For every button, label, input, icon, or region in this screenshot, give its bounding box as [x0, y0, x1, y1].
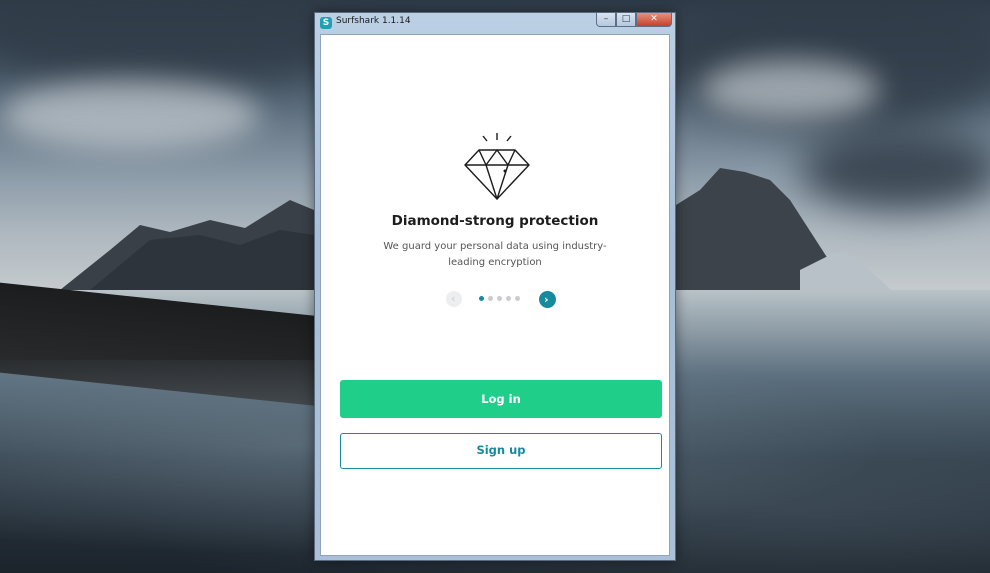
carousel-next-button[interactable]: › [539, 291, 556, 308]
maximize-button[interactable]: □ [616, 13, 636, 27]
surfshark-logo-icon: S [320, 17, 332, 29]
title-bar[interactable]: S Surfshark 1.1.14 – □ ✕ [315, 13, 675, 33]
onboarding-panel: Diamond-strong protection We guard your … [320, 34, 670, 556]
login-button[interactable]: Log in [340, 380, 662, 418]
carousel-prev-button[interactable]: ‹ [446, 291, 462, 307]
slide-headline: Diamond-strong protection [391, 213, 599, 229]
carousel-dot[interactable] [488, 296, 493, 301]
diamond-icon [464, 133, 530, 200]
carousel-dot[interactable] [479, 296, 484, 301]
chevron-left-icon: ‹ [451, 292, 456, 305]
minimize-button[interactable]: – [596, 13, 616, 27]
carousel-dot[interactable] [515, 296, 520, 301]
chevron-right-icon: › [544, 293, 549, 306]
slide-description: We guard your personal data using indust… [383, 241, 607, 268]
app-window: S Surfshark 1.1.14 – □ ✕ Diamond-strong … [314, 12, 676, 561]
carousel-dot[interactable] [497, 296, 502, 301]
close-button[interactable]: ✕ [636, 13, 672, 27]
signup-button[interactable]: Sign up [340, 433, 662, 469]
window-title: Surfshark 1.1.14 [336, 16, 411, 26]
carousel-dot[interactable] [506, 296, 511, 301]
